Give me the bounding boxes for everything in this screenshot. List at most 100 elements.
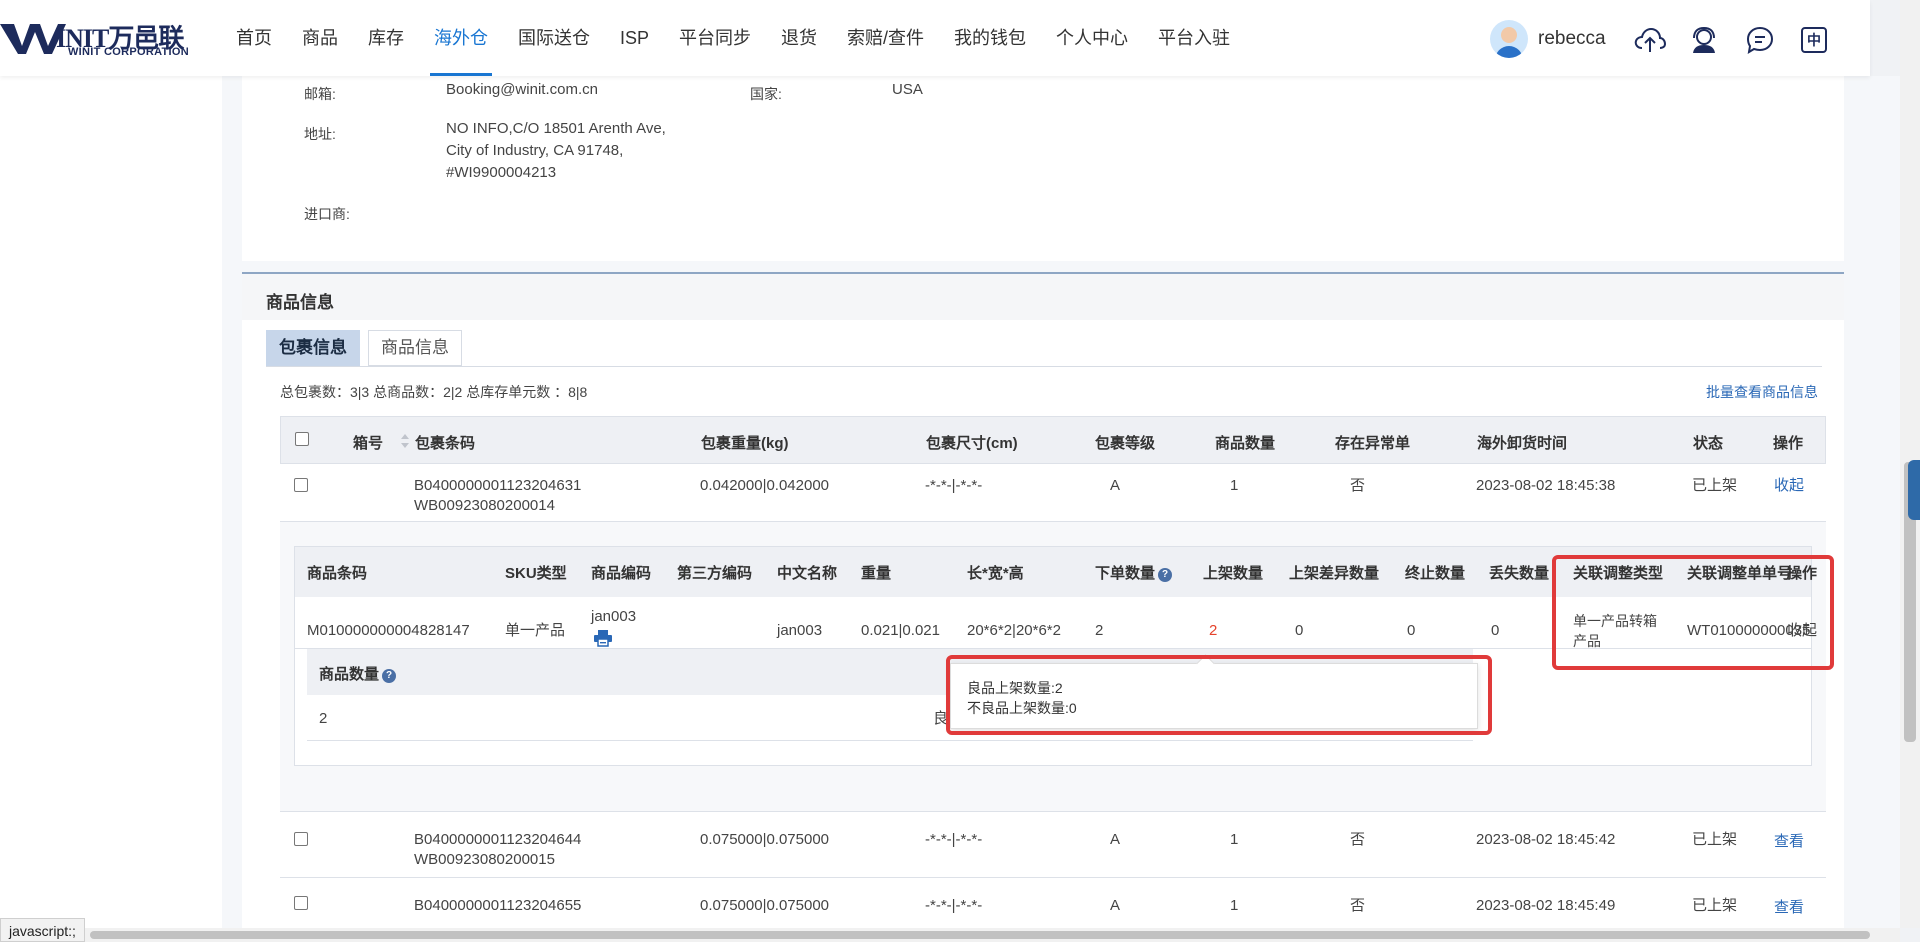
row-checkbox[interactable] xyxy=(294,832,308,846)
help-icon[interactable]: ? xyxy=(1158,568,1173,582)
left-gutter xyxy=(0,76,222,942)
col-unload-time: 海外卸货时间 xyxy=(1477,435,1568,452)
package-qty: 1 xyxy=(1230,831,1239,848)
info-tabs: 包裹信息 商品信息 xyxy=(266,330,470,366)
package-size: -*-*-|-*-*- xyxy=(925,831,983,848)
nav-wallet[interactable]: 我的钱包 xyxy=(954,0,1026,76)
row-checkbox[interactable] xyxy=(294,478,308,492)
table-row: B0400000001123204644 WB00923080200015 0.… xyxy=(280,812,1826,878)
nav-returns[interactable]: 退货 xyxy=(781,0,817,76)
col-dimensions: 长*宽*高 xyxy=(967,565,1024,582)
nav-overseas-warehouse[interactable]: 海外仓 xyxy=(430,0,492,76)
package-unload-time: 2023-08-02 18:45:49 xyxy=(1476,897,1616,914)
nav-platform-join[interactable]: 平台入驻 xyxy=(1158,0,1230,76)
username: rebecca xyxy=(1538,28,1606,49)
col-weight: 重量 xyxy=(861,565,892,582)
batch-view-link[interactable]: 批量查看商品信息 xyxy=(1706,382,1818,402)
view-link[interactable]: 查看 xyxy=(1774,898,1804,918)
row-checkbox[interactable] xyxy=(294,896,308,910)
address-card: 邮箱: Booking@winit.com.cn 国家: USA 地址: NO … xyxy=(242,76,1844,261)
message-icon[interactable] xyxy=(1744,24,1776,56)
nav-claims[interactable]: 索赔/查件 xyxy=(847,0,924,76)
side-float-widget[interactable] xyxy=(1908,460,1920,520)
tab-package-info[interactable]: 包裹信息 xyxy=(266,330,360,366)
nav-inventory[interactable]: 库存 xyxy=(368,0,404,76)
customer-service-icon[interactable] xyxy=(1688,24,1720,56)
collapse-link[interactable]: 收起 xyxy=(1774,476,1804,496)
package-status: 已上架 xyxy=(1692,897,1738,914)
item-weight: 0.021|0.021 xyxy=(861,622,940,639)
winit-logo[interactable]: INIT万邑联 WINIT CORPORATION xyxy=(0,18,200,60)
address-line: City of Industry, CA 91748, xyxy=(446,142,624,159)
package-table-header: 箱号 包裹条码 包裹重量(kg) 包裹尺寸(cm) 包裹等级 商品数量 存在异常… xyxy=(280,416,1826,464)
language-label: 中 xyxy=(1801,27,1827,53)
col-box-no[interactable]: 箱号 xyxy=(353,432,383,453)
user-menu[interactable]: rebecca xyxy=(1490,20,1606,58)
main-nav: 首页 商品 库存 海外仓 国际送仓 ISP 平台同步 退货 索赔/查件 我的钱包… xyxy=(236,0,1260,76)
item-shelf-qty[interactable]: 2 xyxy=(1209,621,1217,641)
brand-subtitle: WINIT CORPORATION xyxy=(68,46,189,58)
nav-products[interactable]: 商品 xyxy=(302,0,338,76)
nav-intl-delivery[interactable]: 国际送仓 xyxy=(518,0,590,76)
horizontal-scrollbar[interactable] xyxy=(0,928,1900,942)
help-icon[interactable]: ? xyxy=(382,669,397,683)
item-stop-qty: 0 xyxy=(1407,622,1416,639)
package-grade: A xyxy=(1110,831,1121,848)
scroll-thumb[interactable] xyxy=(90,931,1870,939)
importer-label: 进口商: xyxy=(304,206,350,222)
qty-sub-title: 商品数量? xyxy=(319,663,397,684)
package-sub-barcode: WB00923080200015 xyxy=(414,851,555,868)
table-row: B0400000001123204631 WB00923080200014 0.… xyxy=(280,464,1826,522)
package-abnormal: 否 xyxy=(1350,831,1366,848)
package-barcode: B0400000001123204655 xyxy=(414,897,582,914)
col-shelf-diff-qty: 上架差异数量 xyxy=(1289,565,1380,582)
email-label: 邮箱: xyxy=(304,86,336,102)
col-shelf-qty: 上架数量 xyxy=(1203,565,1264,582)
country-label: 国家: xyxy=(750,86,782,102)
package-abnormal: 否 xyxy=(1350,477,1366,494)
col-third-party-code: 第三方编码 xyxy=(677,565,753,582)
nav-platform-sync[interactable]: 平台同步 xyxy=(679,0,751,76)
col-package-weight: 包裹重量(kg) xyxy=(701,435,789,452)
item-cn-name: jan003 xyxy=(777,622,823,639)
print-icon[interactable] xyxy=(593,629,613,647)
nav-isp[interactable]: ISP xyxy=(620,0,649,76)
package-status: 已上架 xyxy=(1692,477,1738,494)
country-value: USA xyxy=(892,81,923,98)
item-code: jan003 xyxy=(591,608,637,625)
main-content: 邮箱: Booking@winit.com.cn 国家: USA 地址: NO … xyxy=(222,76,1900,942)
address-line: #WI9900004213 xyxy=(446,164,557,181)
address-value: NO INFO,C/O 18501 Arenth Ave, City of In… xyxy=(446,118,666,184)
package-barcode: B0400000001123204631 xyxy=(414,477,582,494)
select-all-checkbox[interactable] xyxy=(295,432,309,446)
package-weight: 0.075000|0.075000 xyxy=(700,831,830,848)
col-package-size: 包裹尺寸(cm) xyxy=(926,435,1018,452)
col-package-grade: 包裹等级 xyxy=(1095,435,1156,452)
nav-home[interactable]: 首页 xyxy=(236,0,272,76)
sort-icon[interactable] xyxy=(400,433,410,449)
address-label: 地址: xyxy=(304,126,336,142)
summary-counts: 总包裹数：3|3 总商品数：2|2 总库存单元数 ：8|8 xyxy=(280,384,588,400)
package-weight: 0.075000|0.075000 xyxy=(700,897,830,914)
item-dimensions: 20*6*2|20*6*2 xyxy=(967,622,1061,639)
address-line: NO INFO,C/O 18501 Arenth Ave, xyxy=(446,120,666,137)
email-value: Booking@winit.com.cn xyxy=(446,81,598,98)
col-item-code: 商品编码 xyxy=(591,565,652,582)
col-abnormal: 存在异常单 xyxy=(1335,435,1411,452)
nav-personal-center[interactable]: 个人中心 xyxy=(1056,0,1128,76)
order-qty-label: 下单数量 xyxy=(1095,565,1156,582)
section-header: 商品信息 xyxy=(242,274,1844,320)
tab-rule xyxy=(266,366,1822,367)
upload-cloud-icon[interactable] xyxy=(1634,24,1666,56)
highlight-box xyxy=(1552,555,1834,670)
top-navbar: INIT万邑联 WINIT CORPORATION 首页 商品 库存 海外仓 国… xyxy=(0,0,1870,76)
tab-product-info[interactable]: 商品信息 xyxy=(368,330,462,366)
browser-status-text: javascript:; xyxy=(0,918,85,942)
view-link[interactable]: 查看 xyxy=(1774,832,1804,852)
item-diff-qty: 0 xyxy=(1295,622,1304,639)
language-switch[interactable]: 中 xyxy=(1798,24,1830,56)
package-barcode: B0400000001123204644 xyxy=(414,831,582,848)
col-item-qty: 商品数量 xyxy=(1215,435,1276,452)
section-title: 商品信息 xyxy=(266,293,334,312)
package-status: 已上架 xyxy=(1692,831,1738,848)
